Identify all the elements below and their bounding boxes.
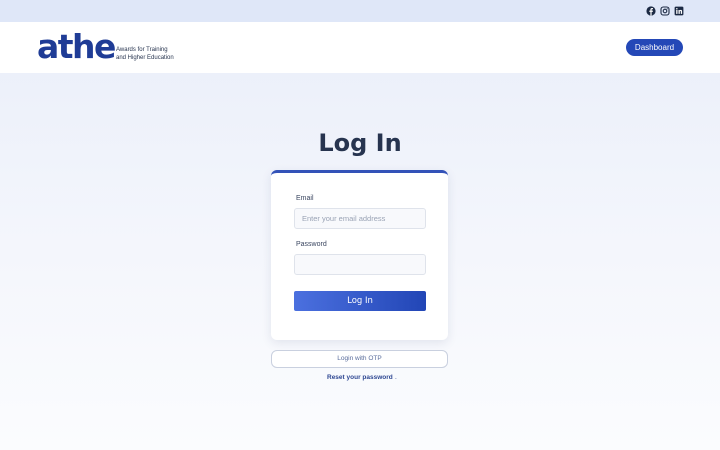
facebook-icon[interactable] [645,5,657,17]
reset-suffix-dot: . [395,374,397,381]
reset-password-link[interactable]: Reset your password [327,374,393,381]
athe-logo[interactable]: athe [37,24,116,70]
email-label: Email [296,195,314,202]
page-title: Log In [318,129,402,157]
tagline-line-2: and Higher Education [116,55,174,61]
password-field[interactable] [294,254,426,275]
site-header: athe Awards for Training and Higher Educ… [0,22,720,73]
password-label: Password [296,241,327,248]
email-field[interactable]: Enter your email address [294,208,426,229]
login-with-otp-button[interactable]: Login with OTP [271,350,448,368]
instagram-icon[interactable] [659,5,671,17]
login-card: Email Enter your email address Password … [271,170,448,340]
top-social-bar [0,0,720,22]
tagline-line-1: Awards for Training [116,47,168,53]
logo-tagline: Awards for Training and Higher Education [116,46,174,62]
login-button[interactable]: Log In [294,291,426,311]
linkedin-icon[interactable] [673,5,685,17]
dashboard-button[interactable]: Dashboard [626,39,683,56]
